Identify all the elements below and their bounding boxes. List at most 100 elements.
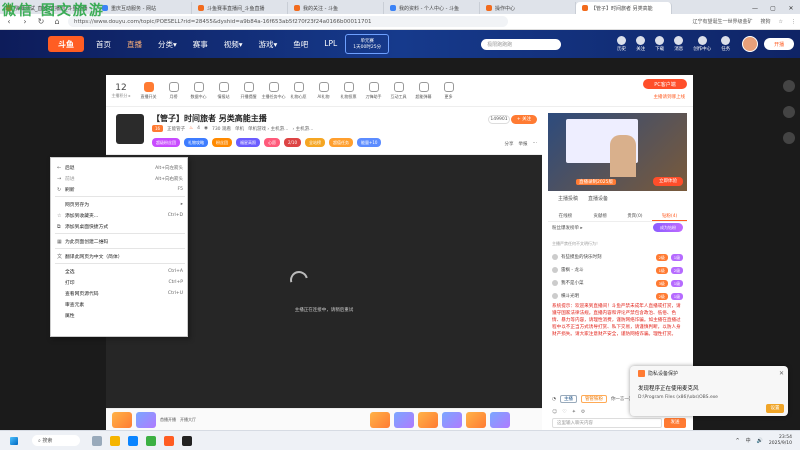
address-info-item[interactable]: 辽宁有望诞生一世界级金矿 xyxy=(692,18,752,25)
room-badge[interactable]: 超级粉丝团 xyxy=(152,138,180,147)
douyu-logo[interactable]: 斗鱼 xyxy=(48,36,84,52)
tab-live-device[interactable]: 直播设备 xyxy=(588,195,608,207)
context-menu-item[interactable]: ▦ 为此页面创建二维码 xyxy=(51,236,189,247)
more-button[interactable]: ⋯ xyxy=(533,141,538,147)
share-button[interactable]: 分享 xyxy=(505,141,514,147)
tray-chevron-icon[interactable]: ^ xyxy=(735,438,739,444)
category-1[interactable]: 单机 xyxy=(235,126,244,132)
ime-indicator[interactable]: 中 xyxy=(746,437,751,444)
tool-item[interactable]: 更多 xyxy=(436,81,461,100)
streamer-avatar[interactable] xyxy=(116,114,144,144)
tool-item[interactable]: 开播提醒 xyxy=(236,81,261,100)
chat-input[interactable]: 这里输入聊天内容 xyxy=(552,418,662,428)
url-field[interactable]: https://www.douyu.com/topic/POESELL?rid=… xyxy=(68,16,508,27)
browser-tab[interactable]: 我的资料 - 个人中心 - 斗鱼 xyxy=(384,2,480,14)
tool-item[interactable]: 主播任务中心 xyxy=(261,81,286,100)
rank-row[interactable]: 我不是小菜 3级 1级 xyxy=(552,277,683,289)
tool-item[interactable]: 礼物投票 xyxy=(336,81,361,100)
taskbar-app-icon[interactable] xyxy=(110,435,120,446)
tool-item[interactable]: 礼物心愿 xyxy=(286,81,311,100)
browser-tab[interactable]: 斗鱼赛事直播间_斗鱼直播 xyxy=(192,2,288,14)
tool-item[interactable]: 直播开关 xyxy=(136,81,161,100)
header-icon-button[interactable]: 任务 xyxy=(721,36,731,52)
ad-banner[interactable]: 直播录制2025版 立即体验 xyxy=(548,113,687,191)
minimize-button[interactable]: — xyxy=(746,5,764,12)
windows-start-icon[interactable] xyxy=(10,436,18,445)
context-menu-item[interactable]: 全选 Ctrl+A xyxy=(51,266,189,277)
gift-item[interactable] xyxy=(370,411,390,428)
nav-item[interactable]: 直播 xyxy=(127,39,142,50)
tab-online-rank[interactable]: 在线榜 xyxy=(548,211,583,221)
sidebar-button[interactable] xyxy=(783,80,795,92)
tool-item[interactable]: 超能弹幕 xyxy=(411,81,436,100)
tool-item[interactable]: 刀锋助手 xyxy=(361,81,386,100)
nav-item[interactable]: LPL xyxy=(324,39,337,50)
maximize-button[interactable]: ▢ xyxy=(764,5,782,12)
send-button[interactable]: 发送 xyxy=(664,418,686,428)
context-menu-item[interactable]: ☆ 添加到收藏夹... Ctrl+D xyxy=(51,210,189,221)
browser-tab[interactable]: 我的关注 - 斗鱼 xyxy=(288,2,384,14)
nav-item[interactable]: 鱼吧 xyxy=(293,39,308,50)
room-badge[interactable]: 礼物攻略 xyxy=(184,138,208,147)
context-menu-item[interactable]: ⧉ 添加到桌面快捷方式 xyxy=(51,221,189,232)
context-menu-item[interactable]: 打印 Ctrl+P xyxy=(51,277,189,288)
gift-item[interactable] xyxy=(466,411,486,428)
become-diamond-button[interactable]: 成为钻粉 xyxy=(653,223,683,232)
fan-icon[interactable]: ✦ xyxy=(572,409,576,415)
nav-item[interactable]: 首页 xyxy=(96,39,111,50)
context-menu-item[interactable]: 审查元素 xyxy=(51,299,189,310)
header-icon-button[interactable]: 下载 xyxy=(655,36,665,52)
nav-item[interactable]: 视频▾ xyxy=(224,39,243,50)
address-info-item[interactable]: 搜狗 xyxy=(761,18,771,25)
tab-contribution-rank[interactable]: 贡献榜 xyxy=(583,211,618,221)
nav-item[interactable]: 分类▾ xyxy=(158,39,177,50)
taskbar-app-icon[interactable] xyxy=(92,435,102,446)
tool-item[interactable]: AI礼物 xyxy=(311,81,336,100)
rank-header[interactable]: 粉丝爆发榜单 ▸ xyxy=(552,225,583,231)
category-2[interactable]: 单机游戏 › 主机游... xyxy=(248,126,288,132)
rank-row[interactable]: 横斗光明 2级 1级 xyxy=(552,290,683,302)
tool-item[interactable]: 互动工具 xyxy=(386,81,411,100)
nav-item[interactable]: 游戏▾ xyxy=(259,39,278,50)
report-button[interactable]: 举报 xyxy=(519,141,528,147)
context-menu-item[interactable]: 查看网页源代码 Ctrl+U xyxy=(51,288,189,299)
tool-item[interactable]: 数据中心 xyxy=(186,81,211,100)
context-menu-item[interactable]: 属性 xyxy=(51,310,189,321)
address-info-item[interactable]: ⋮ xyxy=(791,19,796,25)
gift-item[interactable] xyxy=(418,411,438,428)
address-info-item[interactable]: ☆ xyxy=(779,19,783,25)
gift-item[interactable] xyxy=(442,411,462,428)
header-icon-button[interactable]: 消息 xyxy=(674,36,684,52)
streamer-name[interactable]: 正能管子 xyxy=(167,126,185,132)
header-icon-button[interactable]: 关注 xyxy=(636,36,646,52)
room-badge[interactable]: 全站榜 xyxy=(304,138,325,147)
room-badge[interactable]: 福星高照 xyxy=(236,138,260,147)
tool-item[interactable]: 情报站 xyxy=(211,81,236,100)
room-badge[interactable]: 心愿 xyxy=(264,138,280,147)
taskbar-search[interactable]: ⌕ 搜索 xyxy=(32,435,80,446)
header-icon-button[interactable]: 创作中心 xyxy=(693,36,711,52)
event-countdown[interactable]: 单元赛 1天00时25分 xyxy=(345,34,390,54)
header-icon-button[interactable]: 历史 xyxy=(617,36,627,52)
anchor-level[interactable]: 12 主播积分 ▸ xyxy=(106,83,136,99)
browser-tab[interactable]: 操作中心 xyxy=(480,2,576,14)
room-badge[interactable]: 超值任务 xyxy=(328,138,353,147)
taskbar-app-icon[interactable] xyxy=(182,435,192,446)
taskbar-app-icon[interactable] xyxy=(146,435,156,446)
category-3[interactable]: › 主机游... xyxy=(292,126,313,132)
volume-icon[interactable]: 🔊 xyxy=(757,438,763,444)
context-menu-item[interactable]: 文翻译此网页为中文（简体） xyxy=(51,251,189,262)
tab-vip[interactable]: 贵宾(0) xyxy=(618,211,653,221)
sidebar-button[interactable] xyxy=(783,106,795,118)
room-badge[interactable]: 2/10 xyxy=(284,138,301,147)
context-menu-item[interactable]: 网页另存为 ▸ xyxy=(51,199,189,210)
context-menu-item[interactable]: ← 后退 Alt+向左箭头 xyxy=(51,162,189,173)
ad-try-button[interactable]: 立即体验 xyxy=(653,177,683,186)
tab-anchor-submit[interactable]: 主播投稿 xyxy=(558,195,578,207)
clock[interactable]: 23:54 2025/9/10 xyxy=(769,435,792,447)
user-avatar[interactable] xyxy=(742,36,759,52)
pc-client-link[interactable]: 主播请到哪上线 xyxy=(654,94,686,100)
search-input[interactable]: 极限跑跑跑 xyxy=(481,38,562,50)
close-icon[interactable]: ✕ xyxy=(779,370,784,377)
toast-settings-button[interactable]: 设置 xyxy=(766,404,784,413)
